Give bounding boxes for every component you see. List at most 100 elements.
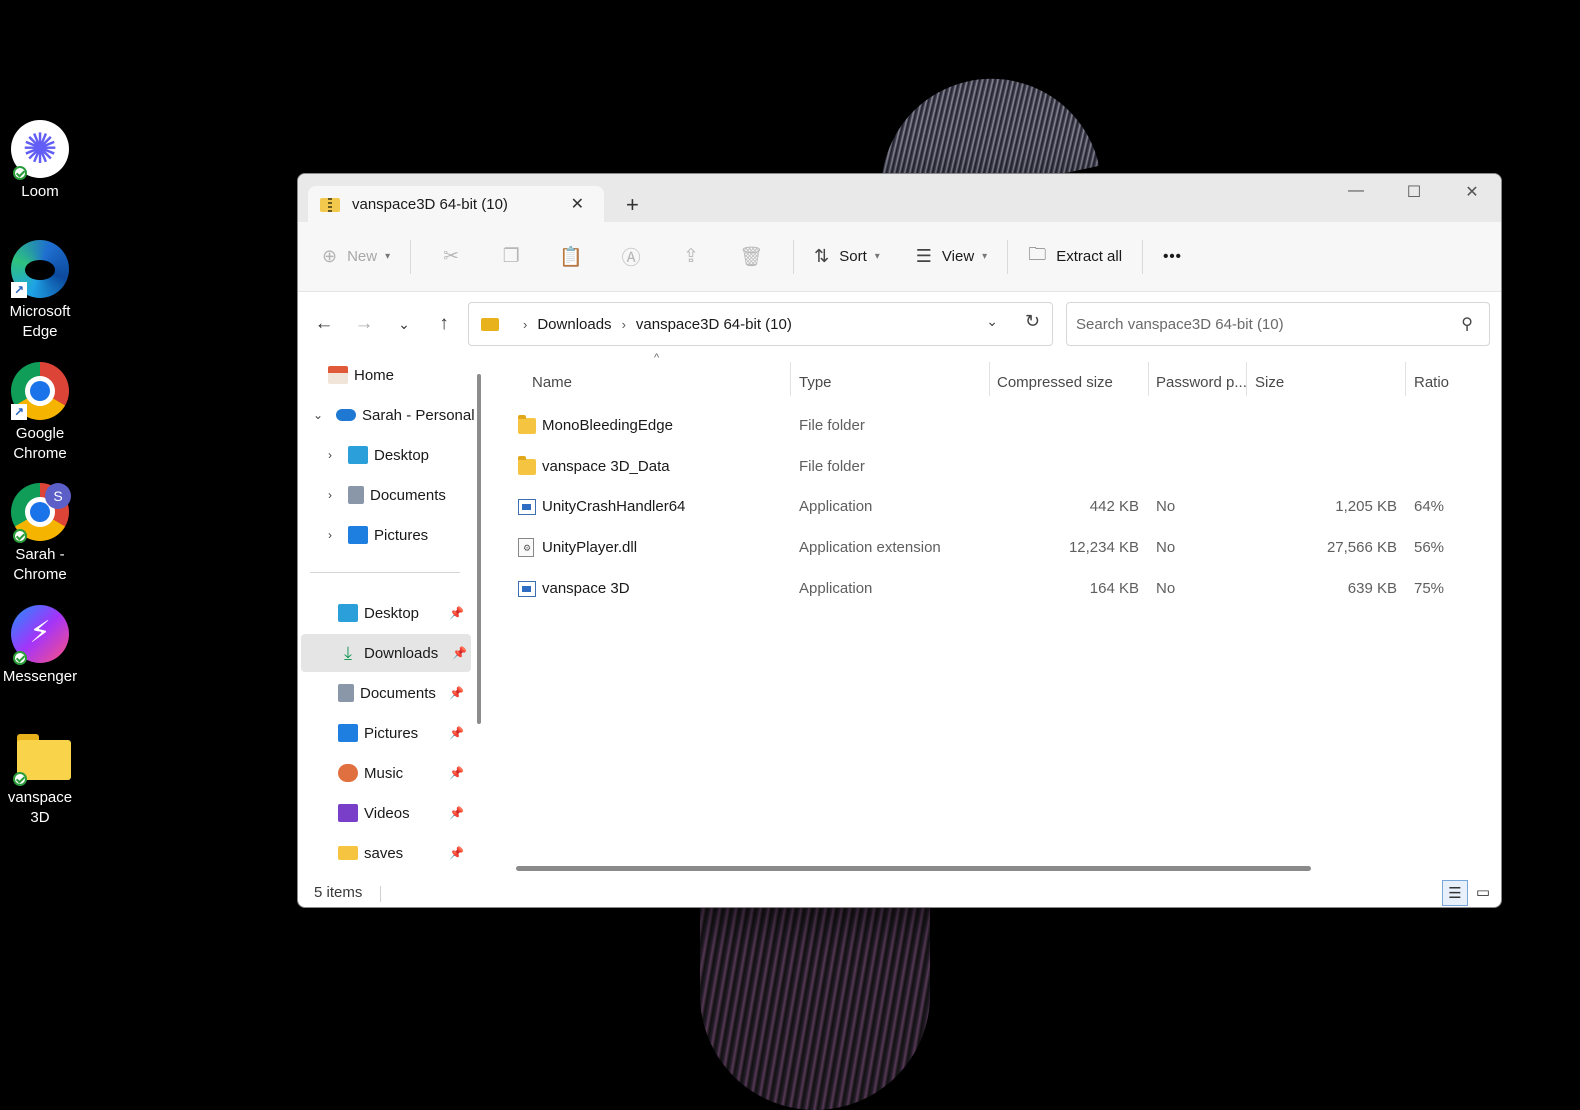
- new-tab-button[interactable]: +: [626, 192, 639, 218]
- desktop-icon-loom[interactable]: Loom: [0, 120, 80, 202]
- column-header-password[interactable]: Password p...: [1156, 368, 1247, 398]
- table-row[interactable]: vanspace 3D Application 164 KB No 639 KB…: [494, 570, 1499, 610]
- breadcrumb-current[interactable]: vanspace3D 64-bit (10): [636, 316, 792, 333]
- sidebar-item-saves[interactable]: saves 📌: [338, 834, 468, 872]
- chevron-right-icon[interactable]: ›: [322, 528, 338, 542]
- chevron-right-icon[interactable]: ›: [322, 488, 338, 502]
- table-row[interactable]: vanspace 3D_Data File folder: [494, 448, 1499, 488]
- column-header-ratio[interactable]: Ratio: [1414, 368, 1449, 398]
- file-name: UnityCrashHandler64: [542, 498, 686, 515]
- folder-icon: [11, 726, 71, 786]
- pin-icon[interactable]: 📌: [449, 606, 464, 620]
- details-view-button[interactable]: ☰: [1442, 880, 1468, 906]
- desktop-icon-chrome[interactable]: ↗ Google Chrome: [0, 362, 80, 464]
- close-tab-icon[interactable]: ✕: [571, 194, 584, 214]
- pictures-icon: [338, 724, 358, 742]
- copy-icon[interactable]: ❐: [491, 245, 531, 268]
- desktop-icon-vanspace[interactable]: vanspace 3D: [0, 726, 80, 828]
- table-row[interactable]: UnityPlayer.dll Application extension 12…: [494, 529, 1499, 569]
- folder-icon: [338, 846, 358, 860]
- recent-locations-chevron-icon[interactable]: ⌄: [384, 316, 424, 333]
- sync-ok-icon: [13, 529, 27, 543]
- breadcrumb-chevron-icon: ›: [621, 316, 626, 332]
- column-header-name[interactable]: Name: [532, 368, 572, 398]
- sidebar-item-documents[interactable]: Documents 📌: [338, 674, 468, 712]
- home-icon: [328, 366, 348, 384]
- tiles-view-button[interactable]: ▭: [1470, 880, 1496, 906]
- sidebar-item-onedrive-documents[interactable]: › Documents: [322, 476, 492, 514]
- share-icon[interactable]: ⇪: [671, 245, 711, 268]
- column-divider[interactable]: [1246, 362, 1247, 396]
- delete-icon[interactable]: 🗑: [731, 245, 771, 269]
- file-name: vanspace 3D_Data: [542, 458, 670, 475]
- horizontal-scrollbar[interactable]: [516, 866, 1311, 871]
- edge-icon: ↗: [11, 240, 69, 298]
- pin-icon[interactable]: 📌: [452, 646, 467, 660]
- paste-icon[interactable]: 📋: [551, 245, 591, 269]
- pin-icon[interactable]: 📌: [449, 686, 464, 700]
- forward-arrow-icon[interactable]: →: [344, 313, 384, 335]
- file-name: UnityPlayer.dll: [542, 539, 638, 556]
- file-password: No: [1156, 539, 1176, 556]
- desktop-icon-messenger[interactable]: Messenger: [0, 605, 80, 687]
- table-row[interactable]: UnityCrashHandler64 Application 442 KB N…: [494, 488, 1499, 528]
- chevron-down-icon[interactable]: ⌄: [310, 408, 326, 422]
- sidebar-item-pictures[interactable]: Pictures 📌: [338, 714, 468, 752]
- refresh-icon[interactable]: ↻: [1025, 311, 1040, 332]
- up-arrow-icon[interactable]: ↑: [424, 313, 464, 335]
- pin-icon[interactable]: 📌: [449, 726, 464, 740]
- music-icon: [338, 764, 358, 782]
- sidebar-item-home[interactable]: Home: [328, 356, 498, 394]
- extract-all-label: Extract all: [1056, 248, 1123, 265]
- table-row[interactable]: MonoBleedingEdge File folder: [494, 407, 1499, 447]
- messenger-icon: [11, 605, 69, 665]
- chevron-right-icon[interactable]: ›: [322, 448, 338, 462]
- sidebar-item-music[interactable]: Music 📌: [338, 754, 468, 792]
- new-button[interactable]: ⊕ New ▾: [322, 246, 390, 267]
- minimize-button[interactable]: —: [1336, 182, 1376, 200]
- rename-icon[interactable]: Ⓐ: [611, 243, 651, 270]
- file-ratio: 64%: [1414, 498, 1445, 515]
- extract-folder-icon: 🗀: [1028, 243, 1047, 264]
- address-bar[interactable]: › Downloads › vanspace3D 64-bit (10) ⌄ ↻: [468, 302, 1053, 346]
- sidebar-item-onedrive-desktop[interactable]: › Desktop: [322, 436, 492, 474]
- sidebar-item-label: Desktop: [374, 446, 430, 464]
- chevron-down-icon: ▾: [982, 251, 988, 262]
- address-dropdown-icon[interactable]: ⌄: [986, 313, 998, 330]
- sidebar-item-downloads[interactable]: ⤓ Downloads 📌: [301, 634, 471, 672]
- more-options-button[interactable]: •••: [1163, 248, 1182, 265]
- file-type: File folder: [799, 458, 865, 475]
- view-button[interactable]: ☰ View ▾: [916, 246, 987, 267]
- desktop-icon-sarah-chrome[interactable]: S Sarah - Chrome: [0, 483, 80, 585]
- pin-icon[interactable]: 📌: [449, 766, 464, 780]
- column-divider[interactable]: [790, 362, 791, 396]
- column-divider[interactable]: [1405, 362, 1406, 396]
- breadcrumb-downloads[interactable]: Downloads: [537, 316, 611, 333]
- sidebar-item-desktop[interactable]: Desktop 📌: [338, 594, 468, 632]
- tab-vanspace[interactable]: vanspace3D 64-bit (10) ✕: [308, 186, 604, 223]
- sidebar-scrollbar[interactable]: [477, 374, 481, 724]
- pin-icon[interactable]: 📌: [449, 806, 464, 820]
- documents-icon: [348, 486, 364, 504]
- sidebar-item-onedrive-pictures[interactable]: › Pictures: [322, 516, 492, 554]
- desktop-icon-edge[interactable]: ↗ Microsoft Edge: [0, 240, 80, 342]
- documents-icon: [338, 684, 354, 702]
- search-box[interactable]: ⚲: [1066, 302, 1490, 346]
- back-arrow-icon[interactable]: ←: [304, 313, 344, 335]
- sidebar-item-onedrive[interactable]: ⌄ Sarah - Personal: [310, 396, 480, 434]
- column-header-type[interactable]: Type: [799, 368, 832, 398]
- toolbar-divider: [1007, 239, 1009, 274]
- sort-button[interactable]: ⇅ Sort ▾: [814, 246, 880, 267]
- desktop-icon-label: vanspace 3D: [7, 789, 73, 826]
- extract-all-button[interactable]: 🗀 Extract all: [1028, 242, 1122, 272]
- column-header-size[interactable]: Size: [1255, 368, 1284, 398]
- sidebar-item-videos[interactable]: Videos 📌: [338, 794, 468, 832]
- column-header-compressed-size[interactable]: Compressed size: [997, 368, 1113, 398]
- column-divider[interactable]: [989, 362, 990, 396]
- search-input[interactable]: [1076, 315, 1446, 333]
- pin-icon[interactable]: 📌: [449, 846, 464, 860]
- close-window-button[interactable]: ✕: [1452, 182, 1492, 202]
- column-divider[interactable]: [1148, 362, 1149, 396]
- cut-icon[interactable]: ✂: [431, 245, 471, 268]
- maximize-button[interactable]: ☐: [1394, 182, 1434, 202]
